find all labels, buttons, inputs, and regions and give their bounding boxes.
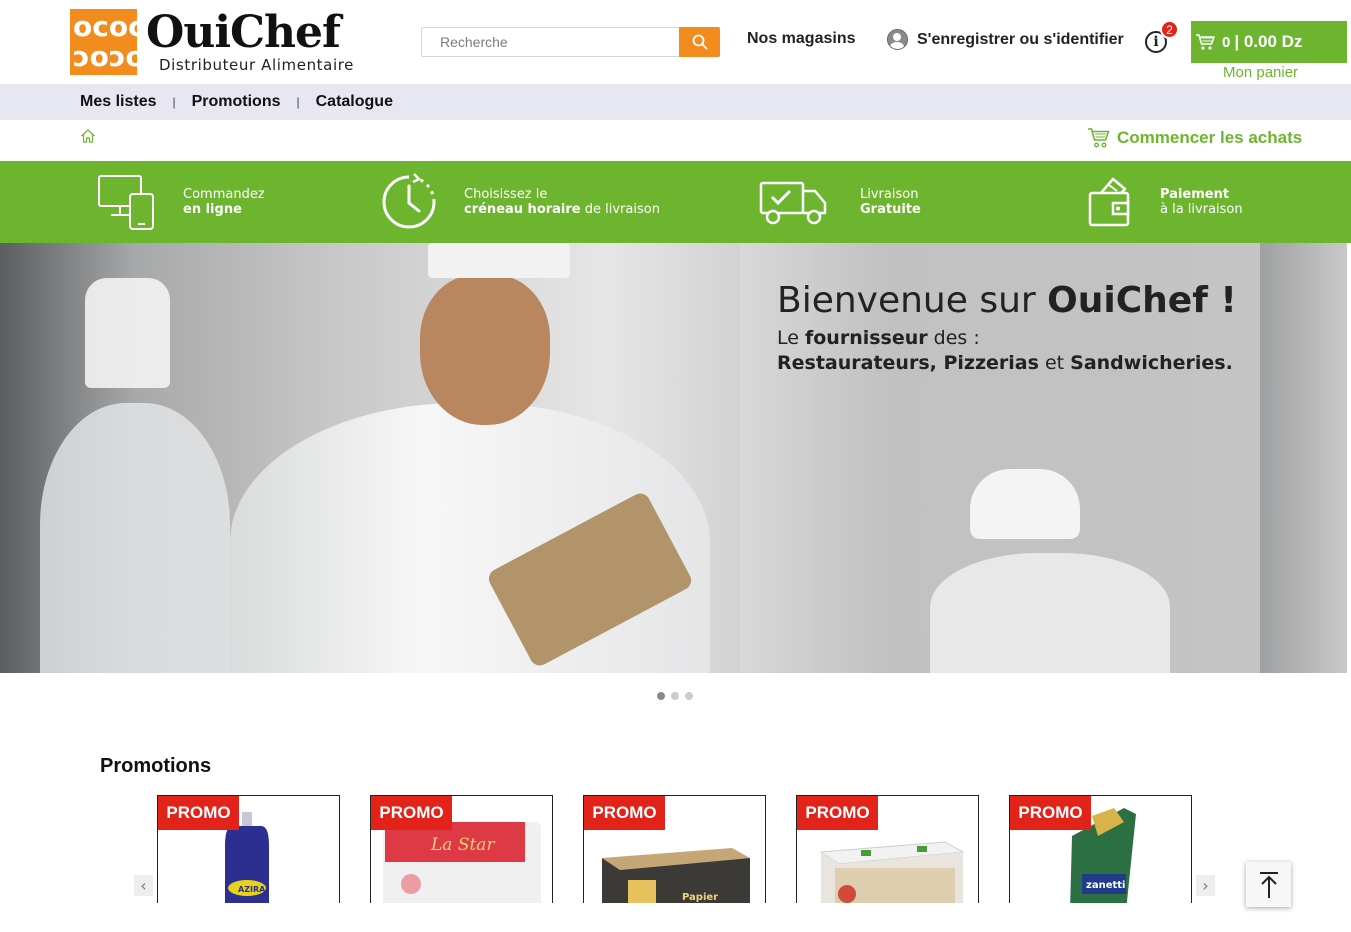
promo-badge: PROMO [797,796,878,830]
cart-icon [1088,128,1110,148]
hero-edge [1260,243,1347,673]
clock-icon [382,173,436,229]
feature-line: de livraison [580,202,660,217]
hero-title-text: Bienvenue sur [777,280,1048,321]
background-chef [40,403,230,673]
chef-face [420,275,550,425]
promo-card[interactable]: AZIRA PROMO [157,795,340,910]
nav-promotions[interactable]: Promotions [192,93,281,111]
hero-sub-text: des : [927,327,980,349]
feature-line: Choisissez le [464,187,548,202]
promotions-heading: Promotions [100,755,212,777]
promo-card[interactable]: PROMO [796,795,979,910]
feature-line-bold: créneau horaire [464,202,581,217]
search-icon [692,34,707,50]
product-label: zanetti [1086,880,1125,891]
nav-my-lists[interactable]: Mes listes [80,93,156,111]
logo[interactable]: oc oc ɔo ɔo [70,9,145,75]
hero-title: Bienvenue sur OuiChef ! [777,280,1237,321]
logo-cell: ɔo [108,40,145,73]
brand-name[interactable]: OuiChef [146,8,341,58]
nav-catalogue[interactable]: Catalogue [316,93,393,111]
promo-card[interactable]: La Star PROMO [370,795,553,910]
background-chef-hat [970,469,1080,539]
search-button[interactable] [679,27,720,57]
info-badge: 2 [1160,20,1179,39]
account-label: S'enregistrer ou s'identifier [917,30,1124,48]
devices-icon [98,175,154,230]
logo-cell: oc [73,10,109,43]
feature-line-bold: Paiement [1160,187,1230,202]
promo-badge: PROMO [1010,796,1091,830]
feature-line-bold: en ligne [183,202,242,217]
carousel-dots [657,692,693,700]
promo-badge: PROMO [158,796,239,830]
cart-count: 0 [1222,33,1231,51]
logo-cell: oc [108,10,145,43]
account-link[interactable]: S'enregistrer ou s'identifier [887,29,1124,50]
promo-badge: PROMO [371,796,452,830]
home-icon[interactable] [80,128,96,144]
product-label: AZIRA [238,885,266,894]
cart-caption[interactable]: Mon panier [1223,64,1298,81]
arrow-up-icon [1259,871,1278,898]
feature-line-bold: Gratuite [860,202,921,217]
promo-card[interactable]: Papier PROMO [583,795,766,910]
back-to-top-button[interactable] [1246,862,1291,907]
chef-hat [428,243,570,278]
hero-subtitle: Le fournisseur des : Restaurateurs, Pizz… [777,326,1233,376]
brand-tagline: Distributeur Alimentaire [159,56,354,74]
hero-sub-bold: fournisseur [804,327,928,349]
carousel-next-button[interactable]: › [1196,875,1215,896]
main-nav: Mes listes | Promotions | Catalogue [0,84,1351,120]
product-label: La Star [430,835,495,855]
feature-free-delivery: Livraison Gratuite [758,161,921,243]
feature-line: Commandez [183,187,265,202]
hero-title-brand: OuiChef ! [1047,280,1237,321]
logo-cell: ɔo [73,40,109,73]
truck-icon [759,181,827,225]
stores-link[interactable]: Nos magasins [747,30,855,48]
feature-line: Livraison [860,187,919,202]
carousel-prev-button[interactable]: ‹ [134,875,153,896]
feature-line: à la livraison [1160,202,1243,217]
cart-icon [1196,34,1215,50]
start-shopping-label: Commencer les achats [1117,128,1303,147]
carousel-dot-1[interactable] [657,692,665,700]
hero-sub-bold: Restaurateurs, Pizzerias [777,352,1039,374]
promo-badge: PROMO [584,796,665,830]
nav-separator: | [172,95,176,109]
search-box [421,27,720,57]
hero-sub-text: Le [777,327,805,349]
feature-pay-on-delivery: Paiement à la livraison [1087,161,1243,243]
carousel-dot-2[interactable] [671,692,679,700]
promo-card[interactable]: zanetti PROMO [1009,795,1192,910]
cart-amount: | 0.00 Dz [1234,32,1303,51]
product-label: Papier [682,892,718,903]
background-chef [930,553,1170,673]
background-chef-hat [85,278,170,388]
hero-sub-bold: Sandwicheries. [1070,352,1233,374]
carousel-dot-3[interactable] [685,692,693,700]
start-shopping-link[interactable]: Commencer les achats [1087,127,1302,149]
hero-banner[interactable]: Bienvenue sur OuiChef ! Le fournisseur d… [0,243,1347,673]
nav-separator: | [296,95,300,109]
wallet-icon [1088,177,1130,227]
viewport-edge [0,903,1351,932]
cart-button[interactable]: 0 | 0.00 Dz [1191,21,1347,63]
feature-time-slot: Choisissez le créneau horaire de livrais… [380,161,660,243]
hero-sub-text: et [1038,352,1071,374]
feature-online-order: Commandez en ligne [97,161,265,243]
site-header: oc oc ɔo ɔo OuiChef Distributeur Aliment… [0,0,1351,84]
user-icon [887,29,908,50]
features-bar: Commandez en ligne Choisissez le créneau… [0,161,1351,243]
search-input[interactable] [422,28,680,56]
